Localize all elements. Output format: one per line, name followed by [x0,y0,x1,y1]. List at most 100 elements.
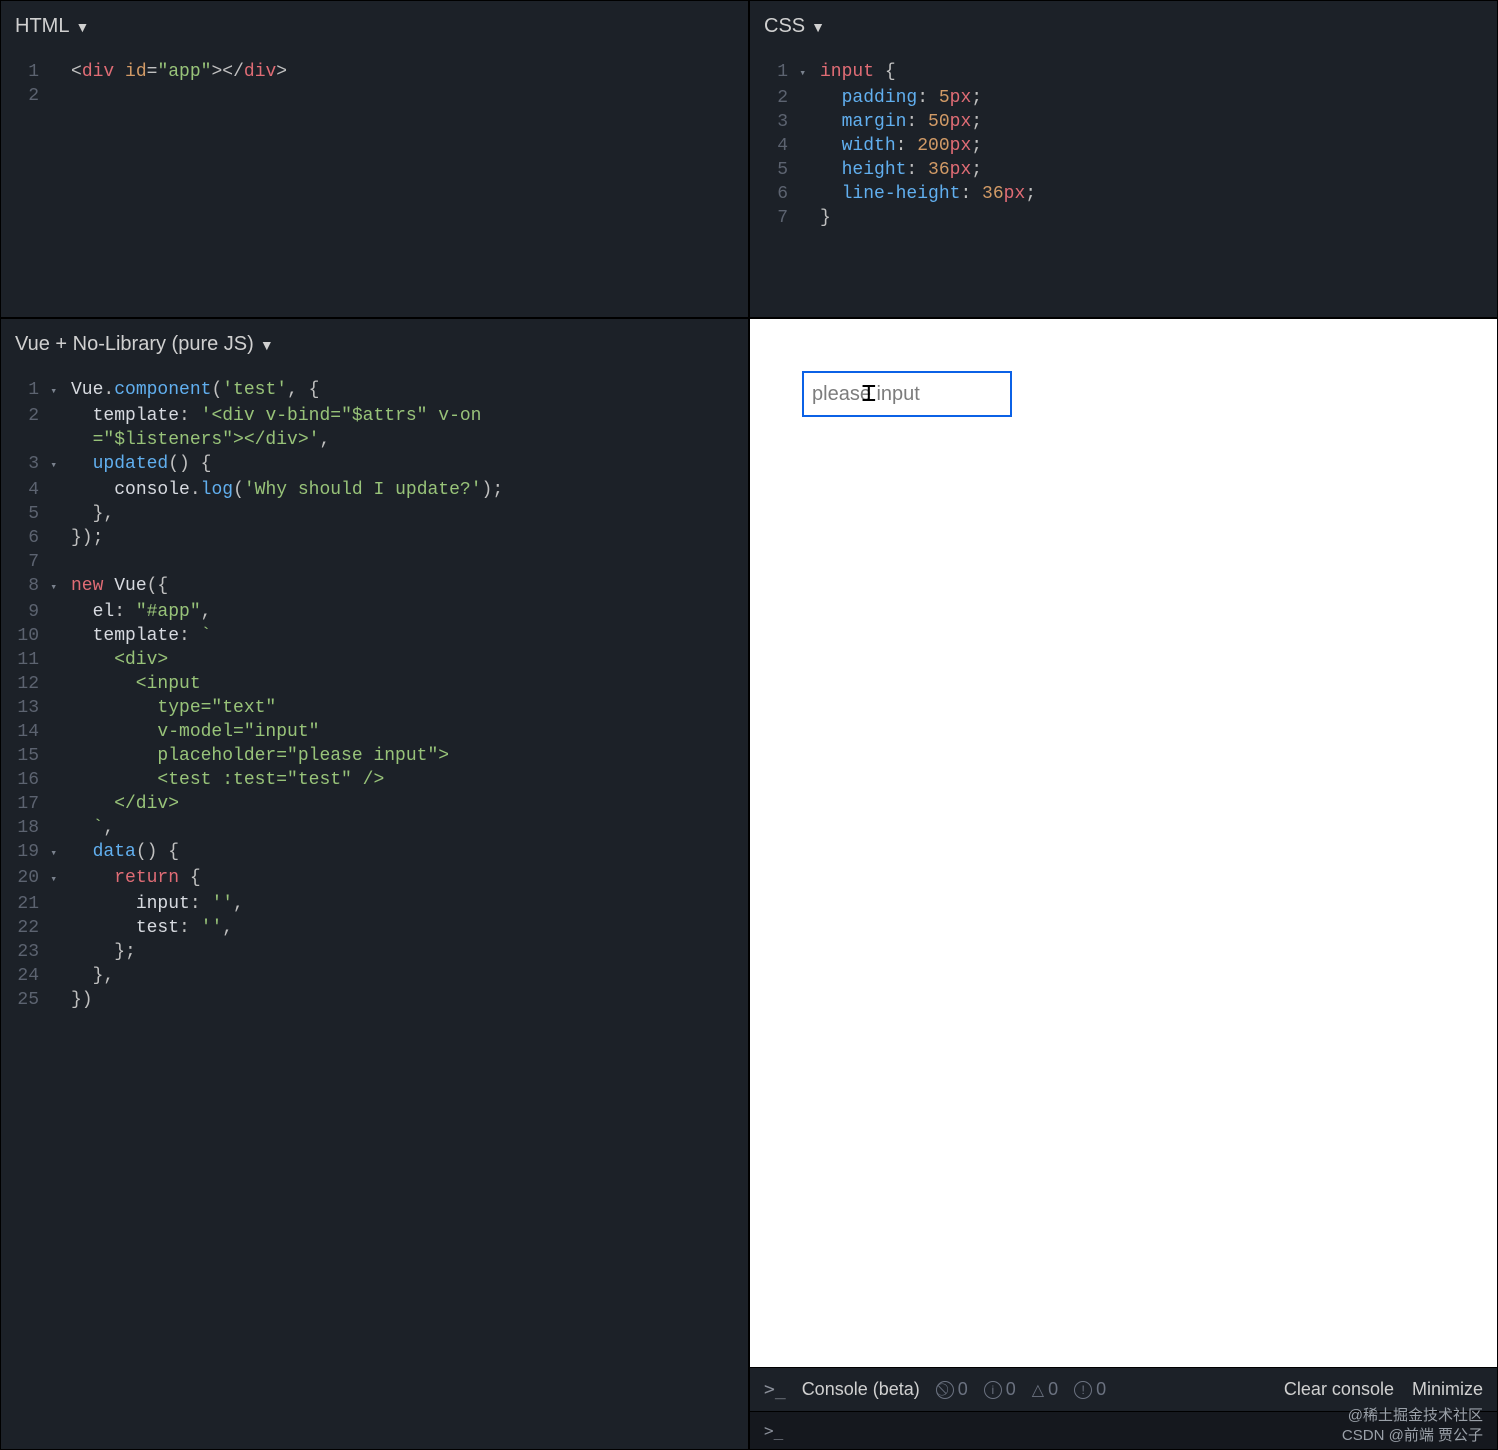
code-line[interactable]: 8▾new Vue({ [1,574,748,600]
code-content[interactable]: input { [820,60,896,84]
code-content[interactable]: v-model="input" [71,720,319,744]
code-line[interactable]: 2 padding: 5px; [750,86,1497,110]
code-content[interactable]: test: '', [71,916,233,940]
css-editor[interactable]: 1▾input {2 padding: 5px;3 margin: 50px;4… [750,48,1497,317]
code-content[interactable]: template: '<div v-bind="$attrs" v-on ="$… [71,404,482,452]
code-content[interactable]: }); [71,526,103,550]
line-number: 1▾ [1,378,71,404]
code-content[interactable]: <div> [71,648,168,672]
line-number: 5 [750,158,820,182]
code-line[interactable]: 17 </div> [1,792,748,816]
code-content[interactable]: Vue.component('test', { [71,378,319,402]
code-line[interactable]: 20▾ return { [1,866,748,892]
code-content[interactable]: <input [71,672,201,696]
html-panel: HTML ▼ 1<div id="app"></div>2 [0,0,749,318]
console-label[interactable]: Console (beta) [802,1379,920,1400]
code-line[interactable]: 13 type="text" [1,696,748,720]
code-line[interactable]: 9 el: "#app", [1,600,748,624]
code-line[interactable]: 25}) [1,988,748,1012]
js-editor[interactable]: 1▾Vue.component('test', {2 template: '<d… [1,366,748,1449]
code-content[interactable]: <test :test="test" /> [71,768,384,792]
info2-icon: ! [1074,1381,1092,1399]
code-line[interactable]: 7 [1,550,748,574]
code-content[interactable]: } [820,206,831,230]
code-line[interactable]: 10 template: ` [1,624,748,648]
code-content[interactable]: input: '', [71,892,244,916]
code-line[interactable]: 3 margin: 50px; [750,110,1497,134]
code-line[interactable]: 6}); [1,526,748,550]
preview-text-input[interactable] [802,371,1012,417]
code-line[interactable]: 7} [750,206,1497,230]
code-content[interactable]: updated() { [71,452,211,476]
code-content[interactable]: }) [71,988,93,1012]
code-line[interactable]: 19▾ data() { [1,840,748,866]
code-content[interactable]: return { [71,866,201,890]
code-line[interactable]: 16 <test :test="test" /> [1,768,748,792]
fold-icon[interactable]: ▾ [794,62,806,86]
fold-icon[interactable]: ▾ [45,380,57,404]
code-line[interactable]: 2 [1,84,748,108]
code-line[interactable]: 3▾ updated() { [1,452,748,478]
fold-icon[interactable]: ▾ [45,868,57,892]
code-line[interactable]: 21 input: '', [1,892,748,916]
code-content[interactable]: </div> [71,792,179,816]
code-line[interactable]: 11 <div> [1,648,748,672]
code-line[interactable]: 5 }, [1,502,748,526]
preview-body: Ꮖ [750,319,1497,1367]
code-content[interactable]: }; [71,940,136,964]
code-line[interactable]: 18 `, [1,816,748,840]
code-line[interactable]: 15 placeholder="please input"> [1,744,748,768]
code-line[interactable]: 6 line-height: 36px; [750,182,1497,206]
code-line[interactable]: 1▾input { [750,60,1497,86]
code-content[interactable]: height: 36px; [820,158,982,182]
code-content[interactable]: line-height: 36px; [820,182,1036,206]
dropdown-icon: ▼ [75,19,89,35]
code-line[interactable]: 12 <input [1,672,748,696]
console-warnings[interactable]: △ 0 [1032,1379,1058,1400]
line-number: 20▾ [1,866,71,892]
code-line[interactable]: 1<div id="app"></div> [1,60,748,84]
js-panel-header[interactable]: Vue + No-Library (pure JS) ▼ [1,319,748,366]
code-content[interactable]: }, [71,964,114,988]
console-logs[interactable]: i 0 [984,1379,1016,1400]
code-content[interactable]: <div id="app"></div> [71,60,287,84]
minimize-button[interactable]: Minimize [1412,1379,1483,1400]
code-content[interactable]: el: "#app", [71,600,211,624]
repl-bar[interactable]: >_ @稀土掘金技术社区 CSDN @前端 贾公子 [750,1411,1497,1449]
code-content[interactable]: new Vue({ [71,574,168,598]
css-panel-header[interactable]: CSS ▼ [750,1,1497,48]
code-line[interactable]: 23 }; [1,940,748,964]
watermark: @稀土掘金技术社区 CSDN @前端 贾公子 [1342,1406,1483,1445]
code-content[interactable]: template: ` [71,624,211,648]
code-content[interactable]: data() { [71,840,179,864]
code-line[interactable]: 5 height: 36px; [750,158,1497,182]
line-number: 4 [750,134,820,158]
line-number: 24 [1,964,71,988]
html-editor[interactable]: 1<div id="app"></div>2 [1,48,748,317]
fold-icon[interactable]: ▾ [45,842,57,866]
fold-icon[interactable]: ▾ [45,576,57,600]
code-content[interactable]: placeholder="please input"> [71,744,449,768]
console-errors[interactable]: ⃠ 0 [936,1379,968,1400]
code-line[interactable]: 4 width: 200px; [750,134,1497,158]
code-content[interactable]: margin: 50px; [820,110,982,134]
code-line[interactable]: 22 test: '', [1,916,748,940]
code-content[interactable]: `, [71,816,114,840]
code-content[interactable]: console.log('Why should I update?'); [71,478,503,502]
code-line[interactable]: 4 console.log('Why should I update?'); [1,478,748,502]
console-info[interactable]: ! 0 [1074,1379,1106,1400]
code-line[interactable]: 1▾Vue.component('test', { [1,378,748,404]
fold-icon[interactable]: ▾ [45,454,57,478]
code-content[interactable]: }, [71,502,114,526]
code-line[interactable]: 14 v-model="input" [1,720,748,744]
code-line[interactable]: 2 template: '<div v-bind="$attrs" v-on =… [1,404,748,452]
code-content[interactable]: width: 200px; [820,134,982,158]
line-number: 21 [1,892,71,916]
console-bar: >_ Console (beta) ⃠ 0 i 0 △ 0 ! 0 Clear … [750,1367,1497,1411]
code-content[interactable]: padding: 5px; [820,86,982,110]
clear-console-button[interactable]: Clear console [1284,1379,1394,1400]
line-number: 7 [1,550,71,574]
code-line[interactable]: 24 }, [1,964,748,988]
html-panel-header[interactable]: HTML ▼ [1,1,748,48]
code-content[interactable]: type="text" [71,696,276,720]
